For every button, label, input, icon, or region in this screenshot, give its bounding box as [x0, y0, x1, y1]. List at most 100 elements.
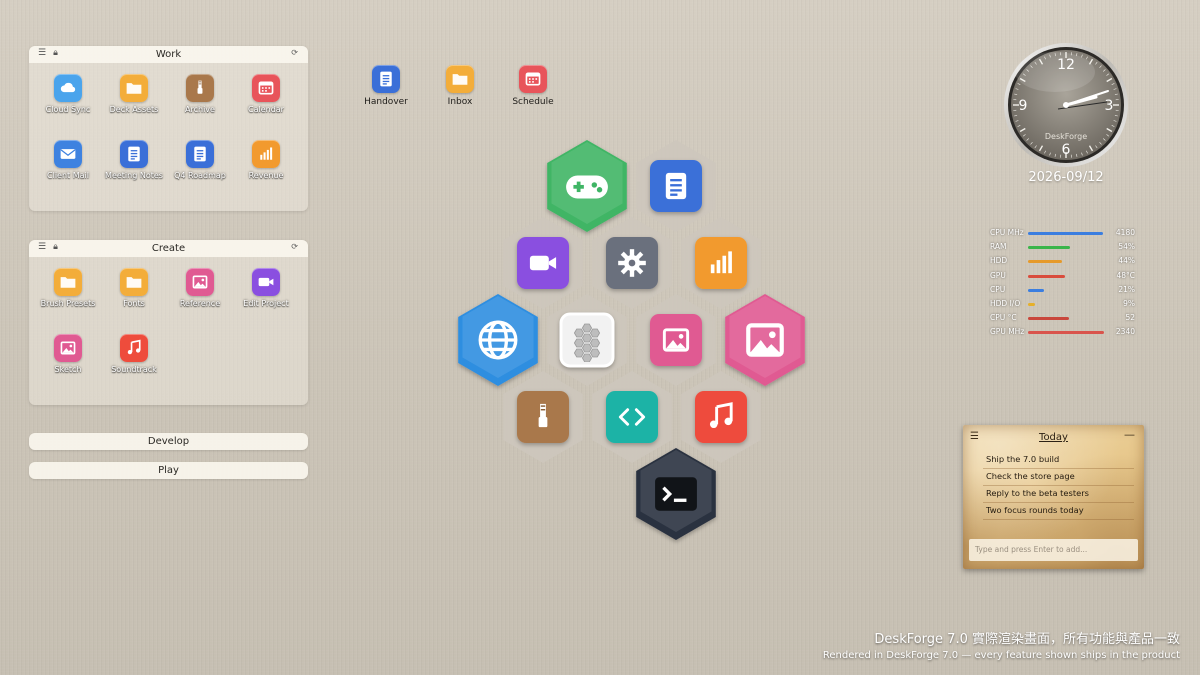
document-icon: [128, 146, 140, 162]
sysmon-label: HDD: [990, 256, 1008, 266]
fence-play[interactable]: Play: [29, 462, 308, 479]
file-tile: [54, 74, 82, 102]
note-task-item[interactable]: Two focus rounds today: [983, 503, 1134, 520]
note-task-item[interactable]: Check the store page: [983, 469, 1134, 486]
hex-cell-settings[interactable]: [592, 217, 672, 309]
sysmon-label: HDD I/O: [990, 298, 1021, 308]
sysmon-bar: [1028, 232, 1106, 235]
fence-work-titlebar[interactable]: ☰ 🔒︎ Work ⟳: [29, 46, 308, 63]
hex-cell-music[interactable]: [681, 371, 761, 463]
gamepad-icon: [566, 175, 608, 199]
note-task-item[interactable]: Ship the 7.0 build: [983, 452, 1134, 469]
document-icon: [194, 146, 206, 162]
sysmon-bar: [1028, 260, 1106, 264]
fence-item-edit-project[interactable]: Edit Project: [226, 268, 306, 308]
sysmon-bar: [1028, 246, 1106, 250]
sysmon-value: 44%: [1118, 256, 1135, 266]
sysmon-label: CPU: [990, 284, 1006, 294]
hex-cell-hub[interactable]: [547, 294, 627, 386]
hex-cell-archive[interactable]: [503, 371, 583, 463]
desktop-icon-label: Schedule: [512, 97, 554, 107]
note-minimize-button[interactable]: —: [1124, 428, 1135, 441]
fence-item-soundtrack[interactable]: Soundtrack: [94, 334, 174, 374]
sysmon-bar-fill: [1028, 302, 1035, 306]
fence-work[interactable]: ☰ 🔒︎ Work ⟳ Cloud Sync Deck Assets Archive C…: [29, 46, 308, 211]
folder-icon: [60, 277, 76, 288]
file-tile: [54, 140, 82, 168]
sysmon-value: 54%: [1118, 242, 1135, 252]
fence-develop[interactable]: Develop: [29, 433, 308, 450]
desktop-icon-label: Inbox: [447, 97, 473, 107]
menu-icon[interactable]: ☰: [38, 48, 46, 58]
hex-cell-charts[interactable]: [681, 217, 761, 309]
fence-create[interactable]: ☰ 🔒︎ Create ⟳ Brush Presets Fonts Reference…: [29, 240, 308, 405]
desktop-icon-schedule[interactable]: Schedule: [498, 65, 568, 107]
file-tile: [252, 140, 280, 168]
sysmon-bar: [1028, 302, 1106, 306]
note-add-input[interactable]: Type and press Enter to add...: [969, 539, 1138, 561]
hex-cell-gallery[interactable]: [725, 294, 805, 386]
sticky-note[interactable]: ☰ Today — Ship the 7.0 build Check the st…: [963, 425, 1144, 569]
fence-item-label: Calendar: [248, 105, 284, 114]
hex-cell-games[interactable]: [547, 140, 627, 232]
fence-item-label: Soundtrack: [111, 365, 157, 374]
hex-cell-browser[interactable]: [458, 294, 538, 386]
sysmon-row-gpu-mhz: GPU MHz 2340: [990, 326, 1135, 340]
lock-icon[interactable]: 🔒︎: [53, 48, 58, 58]
calendar-icon: [525, 72, 541, 86]
note-task-item[interactable]: Reply to the beta testers: [983, 486, 1134, 503]
refresh-icon[interactable]: ⟳: [291, 242, 298, 251]
fence-create-titlebar[interactable]: ☰ 🔒︎ Create ⟳: [29, 240, 308, 257]
sysmon-row-cpu: CPU 21%: [990, 284, 1135, 298]
sysmon-bar: [1028, 288, 1106, 292]
hex-cell-documents[interactable]: [636, 140, 716, 232]
file-tile: [120, 74, 148, 102]
sysmon-label: CPU MHz: [990, 228, 1024, 237]
sysmon-bar-fill: [1028, 260, 1063, 264]
calendar-icon: [258, 81, 274, 95]
sysmon-bar: [1028, 274, 1106, 278]
sysmon-bar: [1028, 331, 1106, 335]
file-tile: [252, 74, 280, 102]
fence-item-label: Revenue: [248, 171, 284, 180]
hex-cell-video[interactable]: [503, 217, 583, 309]
sysmon-bar: [1028, 317, 1106, 321]
file-tile: [186, 140, 214, 168]
file-tile: [252, 268, 280, 296]
system-monitor: CPU MHz 4180 RAM 54% HDD 44% GPU 48°C CPU 21% HDD …: [990, 227, 1135, 341]
sysmon-value: 48°C: [1116, 270, 1135, 280]
sysmon-bar-fill: [1028, 246, 1071, 250]
hex-cell-pictures[interactable]: [636, 294, 716, 386]
file-tile: [120, 334, 148, 362]
fence-item-revenue[interactable]: Revenue: [226, 140, 306, 180]
terminal-icon: [655, 477, 697, 511]
file-tile: [186, 74, 214, 102]
footer-line-1: DeskForge 7.0 實際渲染畫面，所有功能與產品一致: [874, 632, 1180, 647]
file-tile: [120, 140, 148, 168]
menu-icon[interactable]: ☰: [38, 242, 46, 252]
desktop-icon-handover[interactable]: Handover: [351, 65, 421, 107]
sysmon-row-ram: RAM 54%: [990, 241, 1135, 255]
sysmon-row-gpu: GPU 48°C: [990, 270, 1135, 284]
sysmon-value: 4180: [1115, 228, 1135, 237]
sysmon-bar-fill: [1028, 274, 1066, 278]
file-tile: [54, 268, 82, 296]
note-title: Today: [1039, 432, 1068, 443]
fence-item-calendar[interactable]: Calendar: [226, 74, 306, 114]
desktop-icon-inbox[interactable]: Inbox: [425, 65, 495, 107]
footer-caption: DeskForge 7.0 實際渲染畫面，所有功能與產品一致 Rendered …: [823, 628, 1180, 661]
lock-icon[interactable]: 🔒︎: [53, 242, 58, 252]
refresh-icon[interactable]: ⟳: [291, 48, 298, 57]
sysmon-row-hdd: HDD 44%: [990, 255, 1135, 269]
hex-cell-code[interactable]: [592, 371, 672, 463]
folder-icon: [126, 277, 142, 288]
sysmon-label: GPU: [990, 270, 1006, 280]
hex-cell-terminal[interactable]: [636, 448, 716, 540]
sysmon-label: GPU MHz: [990, 327, 1025, 337]
chart-icon: [260, 147, 273, 160]
sysmon-value: 21%: [1118, 284, 1135, 294]
clock-numeral-3: 3: [1105, 98, 1114, 114]
clock-numeral-9: 9: [1019, 98, 1028, 114]
document-icon: [665, 172, 687, 200]
clock-brand: DeskForge: [1045, 132, 1087, 141]
